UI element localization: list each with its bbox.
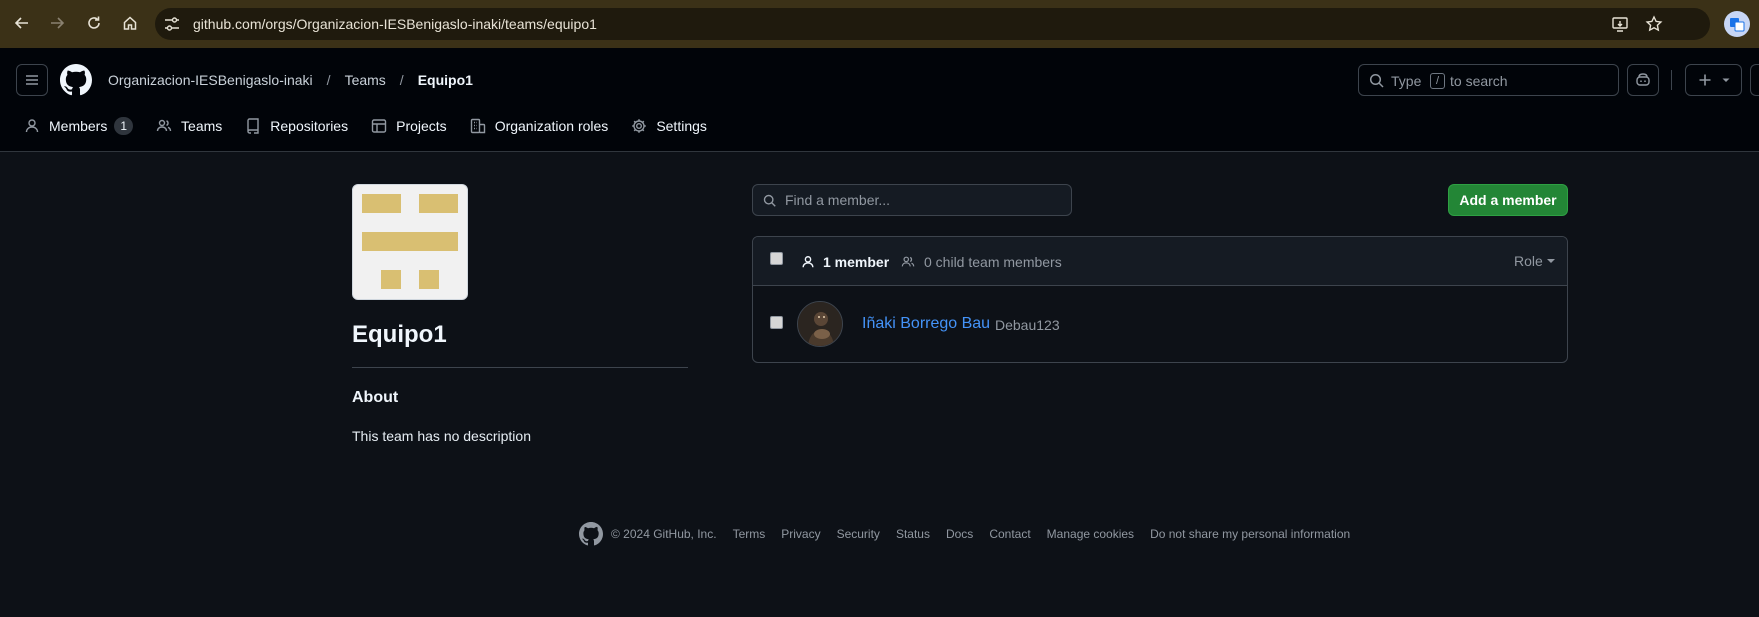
team-description: This team has no description [352, 428, 531, 444]
find-member-input[interactable] [785, 185, 1065, 215]
forward-icon[interactable] [46, 12, 68, 34]
people-icon [156, 119, 172, 132]
find-member-field[interactable] [752, 184, 1072, 216]
tab-projects-label: Projects [396, 118, 447, 134]
plus-icon [1699, 74, 1710, 86]
organization-icon [470, 118, 485, 134]
copilot-icon [1636, 73, 1650, 86]
member-count-filter[interactable]: 1 member [801, 254, 889, 270]
site-info-icon[interactable] [163, 16, 181, 32]
org-navigation: Members 1 Teams Repositories Projects Or… [24, 110, 730, 142]
tab-settings[interactable]: Settings [631, 118, 707, 134]
caret-down-icon [1546, 259, 1555, 263]
search-shortcut-key: / [1430, 73, 1445, 89]
bookmark-star-icon[interactable] [1645, 15, 1663, 33]
issues-button[interactable] [1750, 64, 1759, 96]
members-list-header: 1 member 0 child team members Role [753, 237, 1567, 286]
tab-projects[interactable]: Projects [371, 118, 447, 134]
tab-teams-label: Teams [181, 118, 223, 134]
install-app-icon[interactable] [1611, 15, 1629, 33]
divider [352, 367, 688, 368]
member-name-link[interactable]: Iñaki Borrego Bau [862, 315, 990, 333]
tab-repositories[interactable]: Repositories [245, 118, 348, 134]
footer-link-manage-cookies[interactable]: Manage cookies [1047, 527, 1134, 541]
search-suffix-text: to search [1450, 73, 1508, 89]
member-row-checkbox[interactable] [770, 316, 783, 329]
github-logo-icon[interactable] [60, 64, 92, 96]
select-all-checkbox[interactable] [770, 252, 783, 265]
tab-members[interactable]: Members 1 [24, 117, 134, 135]
tab-settings-label: Settings [656, 118, 707, 134]
profile-avatar[interactable] [1724, 11, 1750, 37]
search-icon [763, 194, 776, 207]
browser-toolbar: github.com/orgs/Organizacion-IESBenigasl… [0, 0, 1759, 48]
team-avatar [352, 184, 468, 300]
footer-link-contact[interactable]: Contact [989, 527, 1030, 541]
header-divider [1671, 70, 1672, 90]
breadcrumb-teams-link[interactable]: Teams [345, 72, 386, 88]
person-icon [25, 119, 39, 133]
search-icon [1369, 73, 1384, 88]
breadcrumb-separator: / [326, 72, 331, 88]
members-list: 1 member 0 child team members Role Iñaki… [752, 236, 1568, 363]
tab-repositories-label: Repositories [270, 118, 349, 134]
table-icon [371, 119, 387, 133]
url-text: github.com/orgs/Organizacion-IESBenigasl… [193, 16, 597, 32]
tab-organization-roles[interactable]: Organization roles [470, 118, 609, 134]
breadcrumb-separator: / [399, 72, 404, 88]
footer: © 2024 GitHub, Inc. Terms Privacy Securi… [579, 522, 1366, 546]
hamburger-icon [26, 75, 38, 85]
footer-link-do-not-share[interactable]: Do not share my personal information [1150, 527, 1350, 541]
address-bar[interactable]: github.com/orgs/Organizacion-IESBenigasl… [155, 8, 1710, 40]
member-count-label: 1 member [823, 254, 890, 270]
people-icon [901, 256, 915, 267]
add-member-button[interactable]: Add a member [1448, 184, 1568, 216]
footer-link-terms[interactable]: Terms [733, 527, 766, 541]
breadcrumb: Organizacion-IESBenigaslo-inaki / Teams … [108, 72, 473, 88]
person-icon [802, 256, 814, 268]
github-logo-icon[interactable] [579, 522, 603, 546]
github-header: Organizacion-IESBenigaslo-inaki / Teams … [0, 48, 1759, 152]
back-icon[interactable] [11, 12, 33, 34]
members-count-badge: 1 [114, 117, 134, 135]
role-filter-label: Role [1514, 253, 1543, 269]
menu-button[interactable] [16, 64, 48, 96]
search-prefix-text: Type [1391, 73, 1422, 89]
member-avatar[interactable] [797, 301, 843, 347]
member-login: Debau123 [995, 317, 1060, 333]
chevron-down-icon [1722, 78, 1729, 82]
create-new-button[interactable] [1685, 64, 1742, 96]
child-team-members-filter[interactable]: 0 child team members [900, 254, 1062, 270]
global-search-button[interactable]: Type / to search [1358, 64, 1619, 96]
tab-members-label: Members [49, 118, 108, 134]
about-heading: About [352, 389, 399, 406]
footer-link-privacy[interactable]: Privacy [781, 527, 820, 541]
reload-icon[interactable] [83, 12, 105, 34]
breadcrumb-current-team[interactable]: Equipo1 [418, 72, 473, 88]
team-title: Equipo1 [352, 321, 447, 348]
footer-link-docs[interactable]: Docs [946, 527, 973, 541]
breadcrumb-org-link[interactable]: Organizacion-IESBenigaslo-inaki [108, 72, 313, 88]
tab-organization-roles-label: Organization roles [494, 118, 609, 134]
copilot-button[interactable] [1627, 64, 1659, 96]
home-icon[interactable] [119, 12, 141, 34]
footer-link-status[interactable]: Status [896, 527, 930, 541]
member-row: Iñaki Borrego Bau Debau123 [753, 286, 1567, 362]
role-filter-dropdown[interactable]: Role [1514, 253, 1555, 269]
child-team-members-label: 0 child team members [924, 254, 1062, 270]
footer-link-security[interactable]: Security [837, 527, 880, 541]
gear-icon [632, 119, 647, 133]
repo-icon [247, 118, 259, 134]
tab-teams[interactable]: Teams [156, 118, 222, 134]
footer-copyright: © 2024 GitHub, Inc. [611, 527, 717, 541]
